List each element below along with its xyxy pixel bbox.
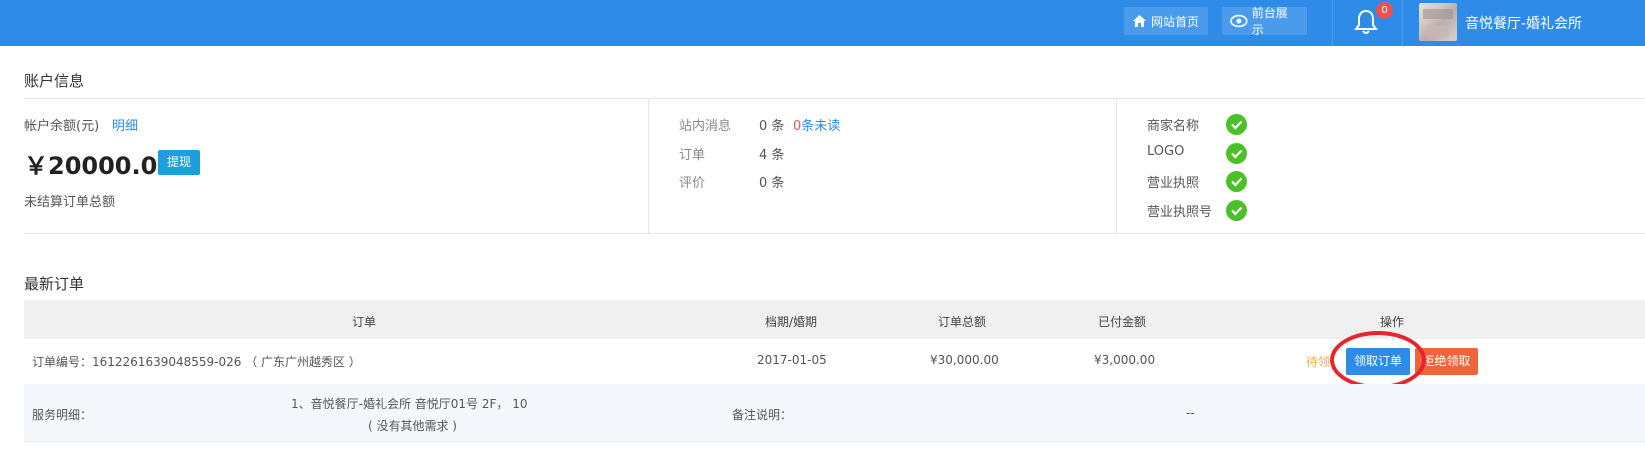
top-navbar (0, 0, 1645, 46)
service-detail-line2: ( 没有其他需求 ) (368, 419, 457, 433)
unsettled-total-label: 未结算订单总额 (24, 195, 116, 210)
order-status: 待领 (1306, 355, 1331, 369)
balance-amount: ￥20000.00 (24, 152, 175, 180)
site-home-button[interactable]: 网站首页 (1124, 7, 1208, 35)
check-label-business-license: 营业执照 (1147, 176, 1200, 191)
divider (1332, 0, 1333, 46)
divider (648, 99, 649, 233)
stat-label-messages: 站内消息 (679, 119, 732, 134)
order-paid: ¥3,000.00 (1094, 353, 1156, 367)
balance-detail-link[interactable]: 明细 (112, 115, 138, 134)
balance-label: 帐户余额(元) (24, 119, 100, 134)
unread-messages-link[interactable]: 0条未读 (793, 115, 840, 134)
site-home-label: 网站首页 (1151, 14, 1200, 29)
remark-label: 备注说明： (732, 408, 793, 422)
order-date: 2017-01-05 (757, 353, 827, 367)
reject-order-button[interactable]: 拒绝领取 (1415, 348, 1478, 375)
check-circle-icon (1226, 200, 1247, 221)
stat-value-messages: 0 条 (759, 119, 785, 134)
account-info-title: 账户信息 (24, 72, 85, 90)
check-circle-icon (1226, 143, 1247, 164)
eye-icon (1230, 14, 1248, 28)
divider (1402, 0, 1403, 46)
column-header-actions: 操作 (1380, 315, 1405, 329)
check-label-license-number: 营业执照号 (1147, 205, 1213, 220)
take-order-button[interactable]: 领取订单 (1346, 348, 1410, 375)
column-header-total: 订单总额 (938, 315, 987, 329)
column-header-date: 档期/婚期 (765, 315, 818, 329)
stat-value-orders: 4 条 (759, 148, 785, 163)
column-header-paid: 已付金额 (1098, 315, 1147, 329)
withdraw-button[interactable]: 提现 (158, 150, 200, 175)
column-header-order: 订单 (352, 315, 377, 329)
order-number: 订单编号：1612261639048559-026 （ 广东广州越秀区 ） (32, 355, 361, 369)
notification-bell-icon[interactable] (1354, 8, 1378, 36)
remark-value: -- (1186, 406, 1195, 420)
divider (1116, 99, 1117, 233)
table-row-detail (24, 384, 1645, 442)
latest-orders-title: 最新订单 (24, 275, 85, 293)
service-detail-line1: 1、音悦餐厅-婚礼会所 音悦厅01号 2F， 10 (291, 397, 528, 411)
divider (24, 233, 1645, 234)
check-label-merchant-name: 商家名称 (1147, 119, 1200, 134)
stat-value-reviews: 0 条 (759, 176, 785, 191)
divider (24, 98, 1645, 99)
order-total: ¥30,000.00 (930, 353, 999, 367)
stat-label-orders: 订单 (679, 148, 706, 163)
unread-label: 条未读 (801, 119, 841, 134)
shop-name[interactable]: 音悦餐厅-婚礼会所 (1465, 13, 1582, 33)
front-display-button[interactable]: 前台展示 (1222, 6, 1307, 37)
notification-count-badge: 0 (1376, 2, 1393, 19)
check-label-logo: LOGO (1147, 144, 1185, 159)
check-circle-icon (1226, 171, 1247, 192)
stat-label-reviews: 评价 (679, 176, 706, 191)
front-display-label: 前台展示 (1251, 6, 1288, 37)
home-icon (1133, 15, 1146, 27)
service-detail-label: 服务明细： (32, 408, 93, 422)
check-circle-icon (1226, 114, 1247, 135)
avatar[interactable] (1419, 3, 1457, 41)
